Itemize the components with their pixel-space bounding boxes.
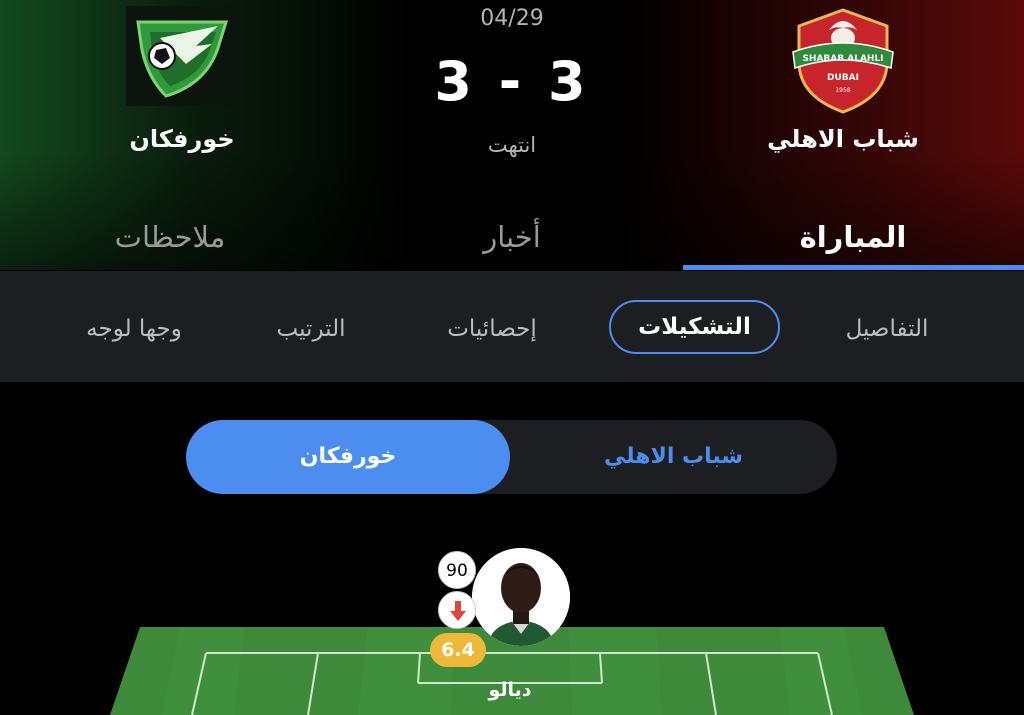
team-away-name: خورفكان	[129, 125, 235, 153]
substitution-out-arrow-icon	[438, 591, 476, 629]
tab-news[interactable]: أخبار	[362, 220, 662, 254]
player-name: ديالو	[488, 679, 532, 701]
match-score: 3 - 3	[434, 50, 590, 113]
crest-city: DUBAI	[827, 73, 859, 83]
subtab-stats[interactable]: إحصائيات	[422, 311, 562, 347]
khorfakkan-crest-icon	[126, 6, 238, 106]
subtab-details[interactable]: التفاصيل	[820, 311, 954, 347]
tab-notes[interactable]: ملاحظات	[20, 220, 320, 254]
active-tab-indicator	[683, 265, 1024, 270]
player-avatar	[472, 548, 570, 646]
lineup-toggle-shabab-alahli[interactable]: شباب الاهلي	[510, 420, 837, 494]
minute-badge: 90	[438, 551, 476, 589]
match-status: انتهت	[487, 133, 537, 157]
rating-badge: 6.4	[430, 633, 486, 667]
shabab-alahli-crest-icon: SHABAB ALAHLI DUBAI 1958	[787, 4, 899, 116]
team-home-name: شباب الاهلي	[767, 125, 919, 153]
subtab-standings[interactable]: الترتيب	[258, 311, 364, 347]
match-date: 04/29	[480, 6, 544, 31]
crest-year: 1958	[835, 87, 850, 94]
subtab-head-to-head[interactable]: وجها لوجه	[66, 311, 202, 347]
tab-match[interactable]: المباراة	[703, 220, 1003, 254]
lineup-toggle-khorfakkan[interactable]: خورفكان	[186, 420, 510, 494]
sub-tab-bar: وجها لوجه الترتيب إحصائيات التشكيلات الت…	[0, 271, 1024, 382]
subtab-lineups[interactable]: التشكيلات	[609, 300, 780, 354]
lineup-team-toggle: خورفكان شباب الاهلي	[186, 420, 837, 494]
crest-text: SHABAB ALAHLI	[802, 54, 883, 64]
